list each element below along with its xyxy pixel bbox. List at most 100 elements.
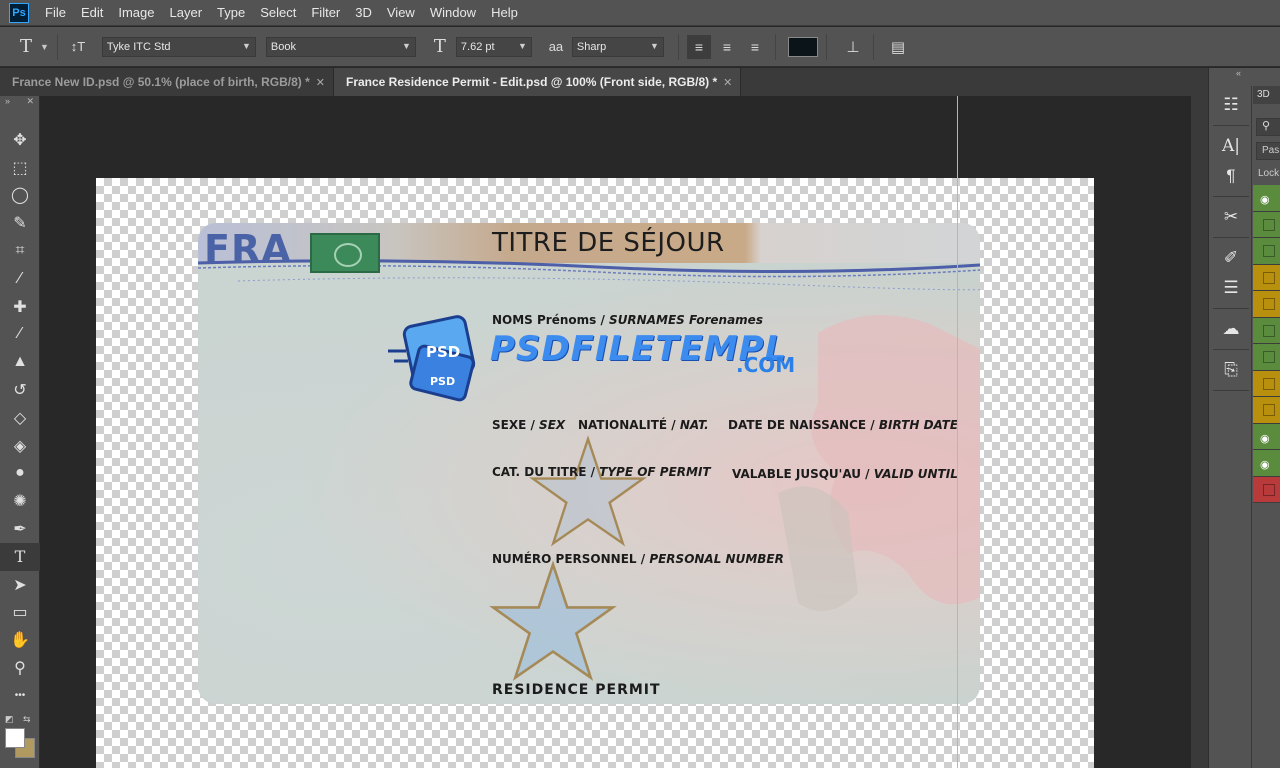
zoom-tool-icon[interactable]: ⚲ bbox=[0, 654, 40, 682]
text-orientation-icon[interactable]: ↕T bbox=[66, 35, 90, 59]
anti-alias-select[interactable]: Sharp ▼ bbox=[571, 36, 664, 57]
layer-row[interactable] bbox=[1253, 238, 1280, 265]
tools-panel-icon[interactable]: ✂ bbox=[1210, 202, 1252, 232]
swap-colors-icon[interactable]: ⇆ bbox=[23, 714, 31, 725]
font-size-select[interactable]: 7.62 pt ▼ bbox=[455, 36, 532, 57]
menu-window[interactable]: Window bbox=[430, 5, 476, 20]
layer-row[interactable] bbox=[1253, 344, 1280, 371]
blend-mode-select[interactable]: Pas bbox=[1256, 142, 1280, 160]
visibility-toggle[interactable] bbox=[1263, 271, 1275, 284]
warp-text-icon[interactable]: ⊥ bbox=[841, 35, 865, 59]
history-panel-icon[interactable]: ⎘ bbox=[1210, 355, 1252, 385]
more-tools-icon[interactable]: ••• bbox=[0, 682, 40, 710]
close-tab-icon[interactable]: ✕ bbox=[316, 76, 325, 89]
layer-filter-search-icon[interactable]: ⚲ bbox=[1256, 118, 1280, 136]
collapse-icon[interactable]: » bbox=[5, 96, 10, 110]
align-right-icon[interactable]: ≡ bbox=[743, 35, 767, 59]
marquee-tool-icon[interactable]: ⬚ bbox=[0, 154, 40, 182]
path-select-tool-icon[interactable]: ➤ bbox=[0, 571, 40, 599]
crop-tool-icon[interactable]: ⌗ bbox=[0, 237, 40, 265]
document-tab[interactable]: France Residence Permit - Edit.psd @ 100… bbox=[334, 68, 742, 96]
eye-icon[interactable]: ◉ bbox=[1260, 193, 1270, 206]
pen-tool-icon[interactable]: ✒ bbox=[0, 515, 40, 543]
menu-image[interactable]: Image bbox=[118, 5, 154, 20]
blur-tool-icon[interactable]: ● bbox=[0, 460, 40, 488]
layer-row[interactable]: ◉ bbox=[1253, 185, 1280, 212]
layer-row[interactable] bbox=[1253, 476, 1280, 503]
layer-row[interactable] bbox=[1253, 317, 1280, 344]
clone-stamp-tool-icon[interactable]: ▲ bbox=[0, 348, 40, 376]
eyedropper-tool-icon[interactable]: ⁄ bbox=[0, 265, 40, 293]
menu-view[interactable]: View bbox=[387, 5, 415, 20]
visibility-toggle[interactable] bbox=[1263, 218, 1275, 231]
hand-tool-icon[interactable]: ✋ bbox=[0, 626, 40, 654]
layer-row[interactable] bbox=[1253, 397, 1280, 424]
type-tool-icon[interactable]: T bbox=[0, 542, 40, 571]
default-colors-icon[interactable]: ◩ bbox=[5, 714, 14, 725]
visibility-toggle[interactable] bbox=[1263, 404, 1275, 416]
visibility-toggle[interactable] bbox=[1263, 377, 1275, 390]
chevron-down-icon[interactable]: ▼ bbox=[40, 42, 49, 52]
menu-type[interactable]: Type bbox=[217, 5, 245, 20]
rectangle-tool-icon[interactable]: ▭ bbox=[0, 599, 40, 627]
visibility-toggle[interactable] bbox=[1263, 324, 1275, 337]
close-tab-icon[interactable]: ✕ bbox=[723, 76, 732, 89]
document-canvas[interactable]: FRA TITRE DE SÉJOUR NOMS Prénoms / SURNA… bbox=[96, 178, 1094, 768]
menu-file[interactable]: File bbox=[45, 5, 66, 20]
paint-bucket-tool-icon[interactable]: ◈ bbox=[0, 432, 40, 460]
layer-row[interactable] bbox=[1253, 291, 1280, 318]
close-icon[interactable]: ✕ bbox=[26, 96, 34, 110]
character-panel-icon[interactable]: ▤ bbox=[886, 35, 910, 59]
properties-panel-icon[interactable]: ☷ bbox=[1210, 90, 1252, 120]
lasso-tool-icon[interactable]: ◯ bbox=[0, 182, 40, 210]
layer-row[interactable]: ◉ bbox=[1253, 423, 1280, 450]
font-family-select[interactable]: Tyke ITC Std ▼ bbox=[101, 36, 256, 57]
type-tool-preset-icon[interactable]: T bbox=[14, 35, 38, 59]
brushes-panel-icon[interactable]: ✐ bbox=[1210, 243, 1252, 273]
residence-permit-card[interactable]: FRA TITRE DE SÉJOUR NOMS Prénoms / SURNA… bbox=[198, 223, 980, 704]
visibility-toggle[interactable] bbox=[1263, 298, 1275, 310]
align-left-icon[interactable]: ≡ bbox=[686, 34, 711, 59]
layer-row[interactable]: ◉ bbox=[1253, 450, 1280, 477]
document-tab[interactable]: France New ID.psd @ 50.1% (place of birt… bbox=[0, 68, 334, 96]
chevron-down-icon: ▼ bbox=[402, 40, 411, 51]
dodge-tool-icon[interactable]: ✺ bbox=[0, 487, 40, 515]
healing-brush-tool-icon[interactable]: ✚ bbox=[0, 293, 40, 321]
vertical-scrollbar[interactable] bbox=[1191, 96, 1208, 768]
visibility-toggle[interactable] bbox=[1263, 483, 1275, 496]
brush-tool-icon[interactable]: ∕ bbox=[0, 321, 40, 349]
character-panel-icon[interactable]: A| bbox=[1210, 131, 1252, 161]
collapse-panels-icon[interactable]: « bbox=[1236, 68, 1241, 78]
menu-help[interactable]: Help bbox=[491, 5, 518, 20]
history-brush-tool-icon[interactable]: ↺ bbox=[0, 376, 40, 404]
move-tool-icon[interactable]: ✥ bbox=[0, 126, 40, 154]
photoshop-logo-icon[interactable]: Ps bbox=[9, 2, 29, 23]
eye-icon[interactable]: ◉ bbox=[1260, 432, 1270, 445]
panel-tab-3d[interactable]: 3D bbox=[1253, 86, 1280, 104]
menu-layer[interactable]: Layer bbox=[170, 5, 203, 20]
divider bbox=[1213, 196, 1249, 197]
font-style-select[interactable]: Book ▼ bbox=[265, 36, 416, 57]
text-color-swatch[interactable] bbox=[787, 36, 818, 57]
chevron-down-icon: ▼ bbox=[242, 40, 251, 51]
visibility-toggle[interactable] bbox=[1263, 245, 1275, 257]
paragraph-panel-icon[interactable]: ¶ bbox=[1210, 161, 1252, 191]
layer-row[interactable] bbox=[1253, 370, 1280, 397]
canvas-area[interactable]: FRA TITRE DE SÉJOUR NOMS Prénoms / SURNA… bbox=[41, 96, 1191, 768]
menu-edit[interactable]: Edit bbox=[81, 5, 103, 20]
guide-line[interactable] bbox=[957, 96, 958, 768]
adjustments-panel-icon[interactable]: ☰ bbox=[1210, 273, 1252, 303]
font-size-value: 7.62 pt bbox=[460, 40, 495, 53]
menu-3d[interactable]: 3D bbox=[355, 5, 372, 20]
eraser-tool-icon[interactable]: ◇ bbox=[0, 404, 40, 432]
menu-select[interactable]: Select bbox=[260, 5, 296, 20]
visibility-toggle[interactable] bbox=[1263, 351, 1275, 363]
layer-row[interactable] bbox=[1253, 211, 1280, 238]
quick-select-tool-icon[interactable]: ✎ bbox=[0, 209, 40, 237]
foreground-color-swatch[interactable] bbox=[5, 728, 25, 748]
layer-row[interactable] bbox=[1253, 264, 1280, 291]
align-center-icon[interactable]: ≡ bbox=[715, 35, 739, 59]
libraries-panel-icon[interactable]: ☁ bbox=[1210, 314, 1252, 344]
menu-filter[interactable]: Filter bbox=[311, 5, 340, 20]
eye-icon[interactable]: ◉ bbox=[1260, 458, 1270, 471]
